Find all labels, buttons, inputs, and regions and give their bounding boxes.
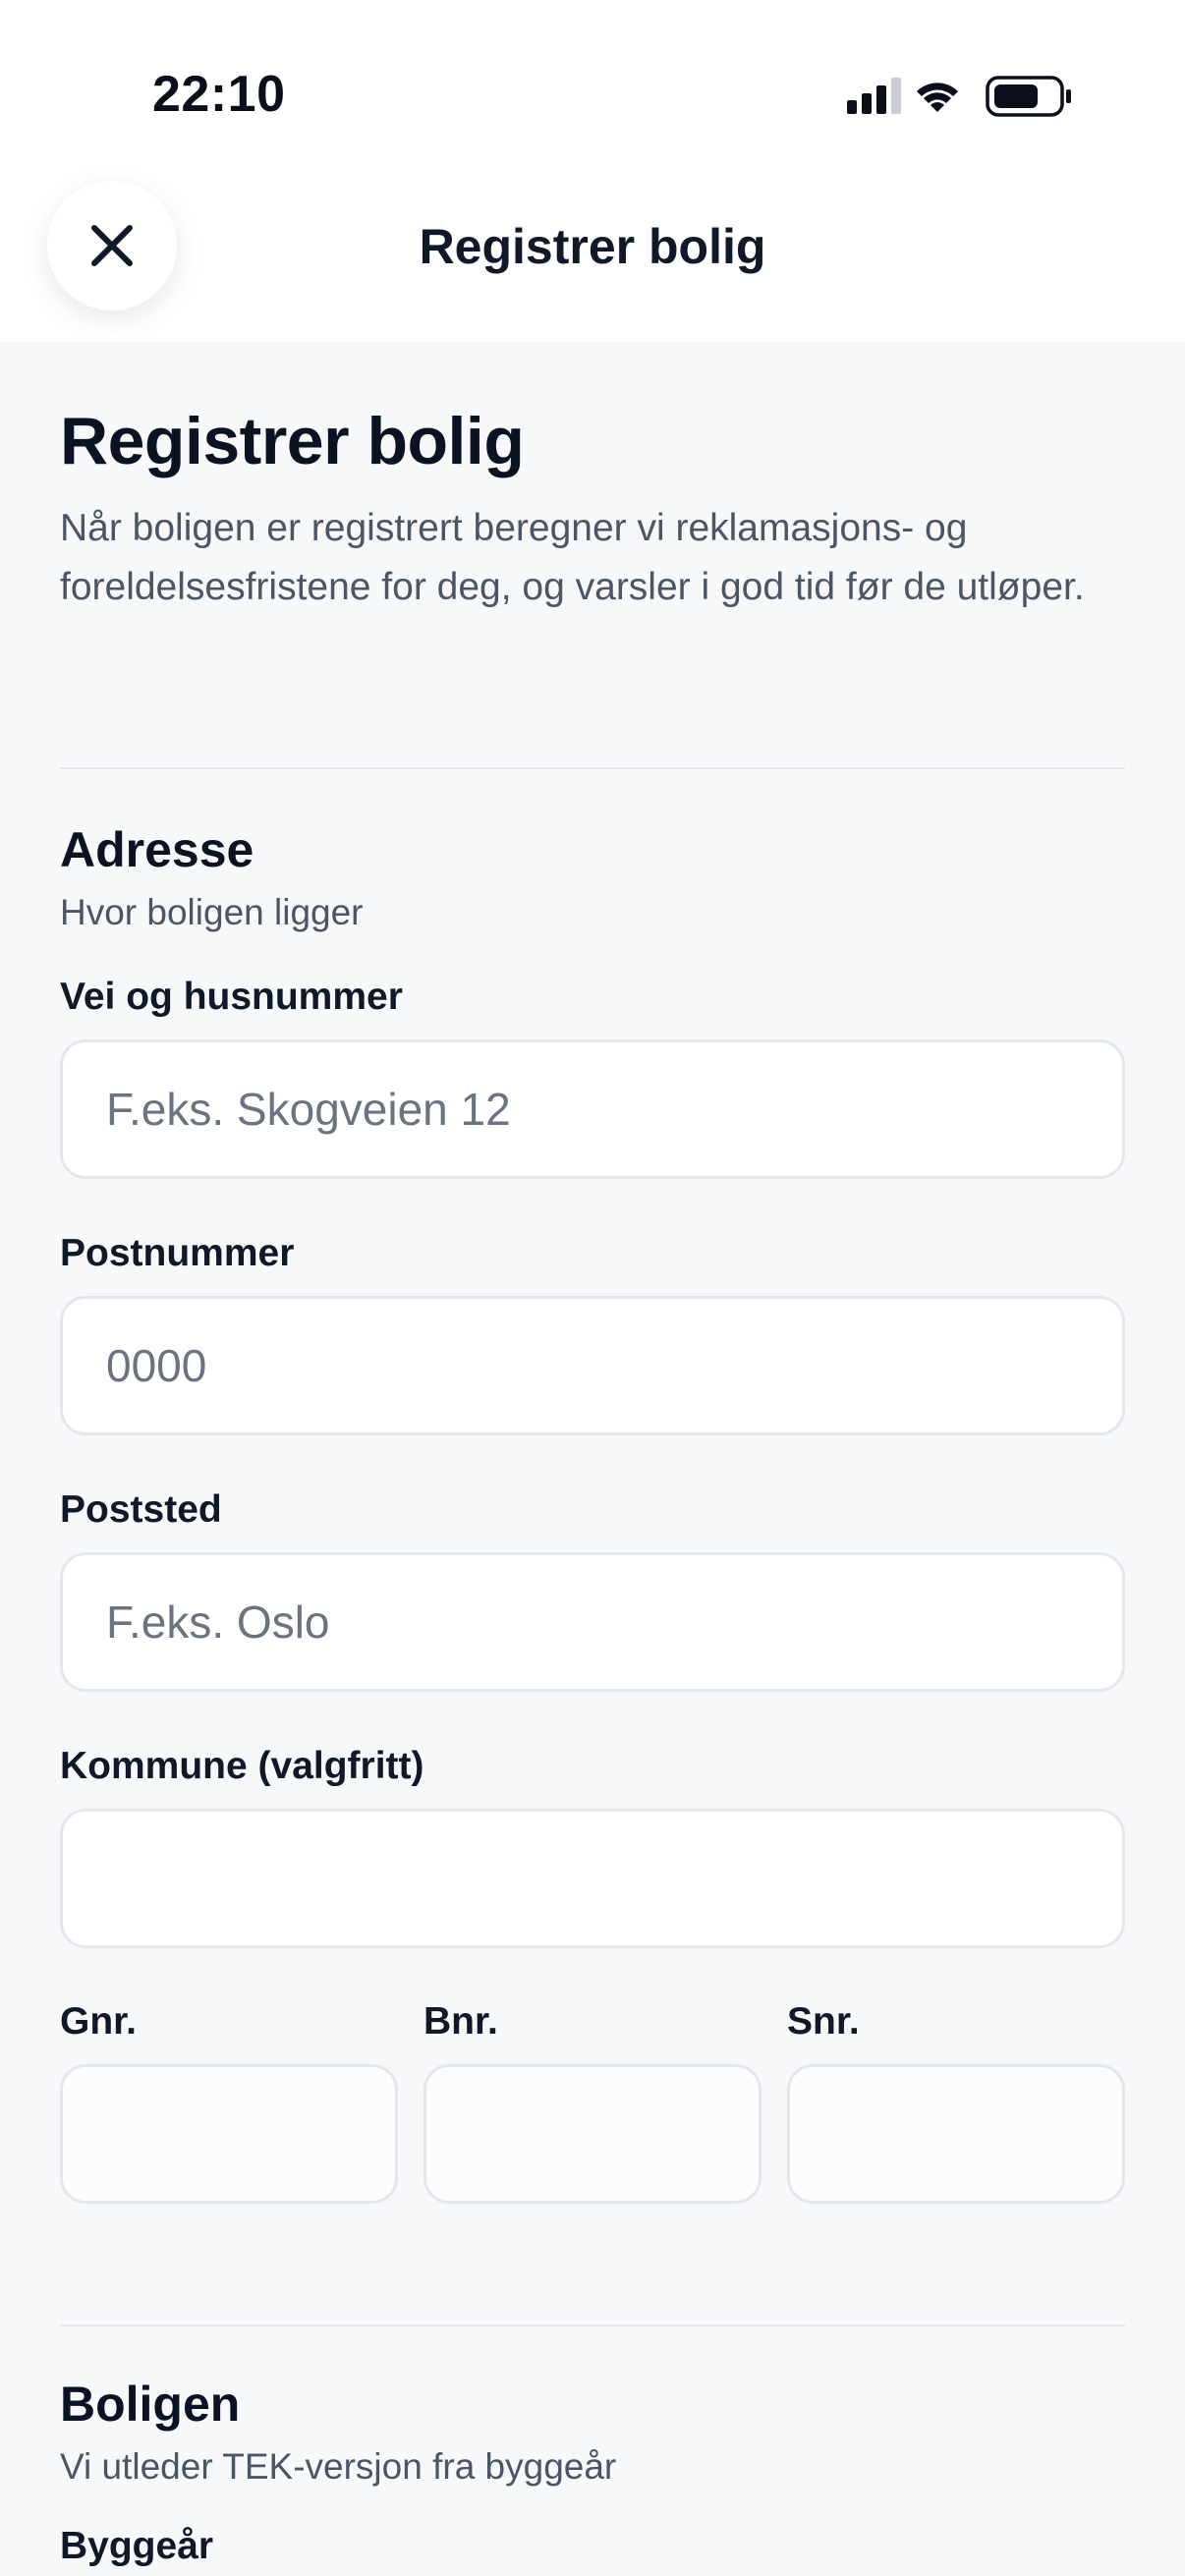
header-title: Registrer bolig: [419, 219, 766, 274]
municipality-input[interactable]: [60, 1809, 1125, 1948]
page-subtitle: Når boligen er registrert beregner vi re…: [60, 507, 1085, 608]
build-year-label: Byggeår: [60, 2525, 214, 2567]
postal-code-input[interactable]: [60, 1296, 1125, 1435]
dwelling-section-title: Boligen: [60, 2377, 241, 2432]
bnr-input[interactable]: [423, 2064, 762, 2204]
page-title: Registrer bolig: [60, 404, 525, 478]
wifi-icon: [917, 83, 958, 112]
section-divider: [60, 2324, 1125, 2326]
status-time: 22:10: [152, 66, 286, 123]
nav-header: Registrer bolig: [0, 167, 1185, 342]
address-section-title: Adresse: [60, 822, 254, 877]
postal-code-label: Postnummer: [60, 1232, 295, 1274]
snr-label: Snr.: [787, 2000, 860, 2043]
section-divider: [60, 767, 1125, 769]
bnr-label: Bnr.: [423, 2000, 498, 2043]
gnr-label: Gnr.: [60, 2000, 138, 2043]
address-section-subtitle: Hvor boligen ligger: [60, 892, 364, 932]
status-bar: 22:10: [0, 0, 1185, 167]
street-label: Vei og husnummer: [60, 976, 403, 1018]
status-icons: [845, 73, 1081, 124]
dwelling-section-subtitle: Vi utleder TEK-versjon fra byggeår: [60, 2446, 617, 2487]
city-input[interactable]: [60, 1552, 1125, 1692]
cellular-signal-icon: [847, 78, 901, 114]
snr-input[interactable]: [787, 2064, 1125, 2204]
battery-icon: [986, 76, 1071, 117]
gnr-input[interactable]: [60, 2064, 398, 2204]
street-input[interactable]: [60, 1039, 1125, 1179]
municipality-label: Kommune (valgfritt): [60, 1745, 424, 1787]
city-label: Poststed: [60, 1488, 222, 1531]
